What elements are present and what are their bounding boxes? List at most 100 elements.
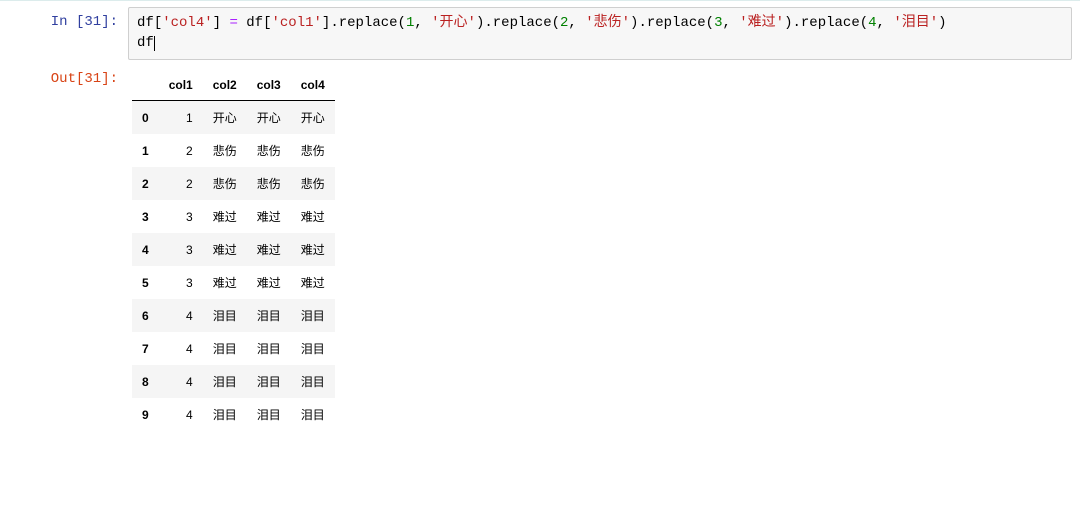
table-cell: 开心 bbox=[203, 101, 247, 135]
code-token: ) bbox=[784, 15, 792, 31]
table-cell: 1 bbox=[159, 101, 203, 135]
row-index: 8 bbox=[132, 365, 159, 398]
out-count: 31 bbox=[84, 71, 101, 87]
code-token: df bbox=[137, 15, 154, 31]
table-cell: 4 bbox=[159, 365, 203, 398]
table-cell: 泪目 bbox=[247, 398, 291, 431]
column-header: col4 bbox=[291, 70, 335, 101]
table-cell: 泪目 bbox=[203, 398, 247, 431]
code-token: ] bbox=[213, 15, 230, 31]
dataframe-body: 01开心开心开心12悲伤悲伤悲伤22悲伤悲伤悲伤33难过难过难过43难过难过难过… bbox=[132, 101, 335, 432]
code-token bbox=[238, 15, 246, 31]
table-cell: 难过 bbox=[247, 266, 291, 299]
table-cell: 3 bbox=[159, 200, 203, 233]
code-token: df bbox=[246, 15, 263, 31]
output-area: col1col2col3col4 01开心开心开心12悲伤悲伤悲伤22悲伤悲伤悲… bbox=[128, 64, 1072, 431]
table-cell: 悲伤 bbox=[291, 134, 335, 167]
code-token: '开心' bbox=[431, 15, 476, 31]
row-index: 5 bbox=[132, 266, 159, 299]
code-token: . bbox=[484, 15, 492, 31]
code-input[interactable]: df['col4'] = df['col1'].replace(1, '开心')… bbox=[128, 7, 1072, 60]
code-token: ( bbox=[552, 15, 560, 31]
table-row: 33难过难过难过 bbox=[132, 200, 335, 233]
code-token: 'col4' bbox=[162, 15, 212, 31]
code-token: , bbox=[877, 15, 894, 31]
index-header-blank bbox=[132, 70, 159, 101]
code-token: df bbox=[137, 35, 154, 51]
table-cell: 难过 bbox=[291, 200, 335, 233]
table-cell: 悲伤 bbox=[203, 167, 247, 200]
code-token: replace bbox=[339, 15, 398, 31]
dataframe-header-row: col1col2col3col4 bbox=[132, 70, 335, 101]
top-divider bbox=[0, 0, 1080, 1]
table-cell: 难过 bbox=[291, 266, 335, 299]
table-cell: 悲伤 bbox=[291, 167, 335, 200]
column-header: col3 bbox=[247, 70, 291, 101]
table-row: 43难过难过难过 bbox=[132, 233, 335, 266]
table-cell: 难过 bbox=[203, 266, 247, 299]
table-row: 94泪目泪目泪目 bbox=[132, 398, 335, 431]
table-row: 64泪目泪目泪目 bbox=[132, 299, 335, 332]
row-index: 6 bbox=[132, 299, 159, 332]
input-prompt: In [31]: bbox=[8, 7, 128, 33]
code-token: ( bbox=[706, 15, 714, 31]
table-cell: 2 bbox=[159, 167, 203, 200]
code-token: , bbox=[722, 15, 739, 31]
code-token: 'col1' bbox=[271, 15, 321, 31]
table-cell: 泪目 bbox=[291, 365, 335, 398]
code-token: '泪目' bbox=[893, 15, 938, 31]
table-cell: 4 bbox=[159, 332, 203, 365]
row-index: 3 bbox=[132, 200, 159, 233]
code-token: '悲伤' bbox=[585, 15, 630, 31]
table-cell: 3 bbox=[159, 266, 203, 299]
code-token: '难过' bbox=[739, 15, 784, 31]
table-cell: 泪目 bbox=[291, 398, 335, 431]
code-token: replace bbox=[647, 15, 706, 31]
output-prompt: Out[31]: bbox=[8, 64, 128, 90]
code-token: 4 bbox=[868, 15, 876, 31]
code-token: [ bbox=[154, 15, 162, 31]
table-row: 12悲伤悲伤悲伤 bbox=[132, 134, 335, 167]
code-token: , bbox=[414, 15, 431, 31]
code-token: ) bbox=[938, 15, 946, 31]
table-cell: 3 bbox=[159, 233, 203, 266]
table-cell: 开心 bbox=[291, 101, 335, 135]
table-cell: 难过 bbox=[203, 200, 247, 233]
table-cell: 2 bbox=[159, 134, 203, 167]
row-index: 7 bbox=[132, 332, 159, 365]
code-token: = bbox=[229, 15, 237, 31]
table-cell: 4 bbox=[159, 299, 203, 332]
in-suffix: ]: bbox=[101, 14, 118, 30]
text-cursor bbox=[154, 36, 155, 51]
code-token: ( bbox=[860, 15, 868, 31]
table-cell: 泪目 bbox=[203, 299, 247, 332]
output-cell: Out[31]: col1col2col3col4 01开心开心开心12悲伤悲伤… bbox=[0, 60, 1080, 431]
dataframe-head: col1col2col3col4 bbox=[132, 70, 335, 101]
table-cell: 泪目 bbox=[247, 365, 291, 398]
code-token: , bbox=[568, 15, 585, 31]
in-count: 31 bbox=[84, 14, 101, 30]
row-index: 9 bbox=[132, 398, 159, 431]
table-cell: 悲伤 bbox=[247, 167, 291, 200]
code-token: . bbox=[330, 15, 338, 31]
out-suffix: ]: bbox=[101, 71, 118, 87]
table-cell: 泪目 bbox=[203, 332, 247, 365]
out-prefix: Out[ bbox=[51, 71, 85, 87]
table-cell: 4 bbox=[159, 398, 203, 431]
table-cell: 泪目 bbox=[247, 332, 291, 365]
table-row: 74泪目泪目泪目 bbox=[132, 332, 335, 365]
code-cell: In [31]: df['col4'] = df['col1'].replace… bbox=[0, 3, 1080, 60]
row-index: 4 bbox=[132, 233, 159, 266]
dataframe-table: col1col2col3col4 01开心开心开心12悲伤悲伤悲伤22悲伤悲伤悲… bbox=[132, 70, 335, 431]
table-cell: 泪目 bbox=[291, 332, 335, 365]
table-row: 22悲伤悲伤悲伤 bbox=[132, 167, 335, 200]
table-row: 53难过难过难过 bbox=[132, 266, 335, 299]
table-cell: 难过 bbox=[203, 233, 247, 266]
table-row: 84泪目泪目泪目 bbox=[132, 365, 335, 398]
column-header: col2 bbox=[203, 70, 247, 101]
table-cell: 难过 bbox=[247, 233, 291, 266]
code-token: replace bbox=[493, 15, 552, 31]
table-row: 01开心开心开心 bbox=[132, 101, 335, 135]
table-cell: 悲伤 bbox=[247, 134, 291, 167]
code-token: . bbox=[638, 15, 646, 31]
